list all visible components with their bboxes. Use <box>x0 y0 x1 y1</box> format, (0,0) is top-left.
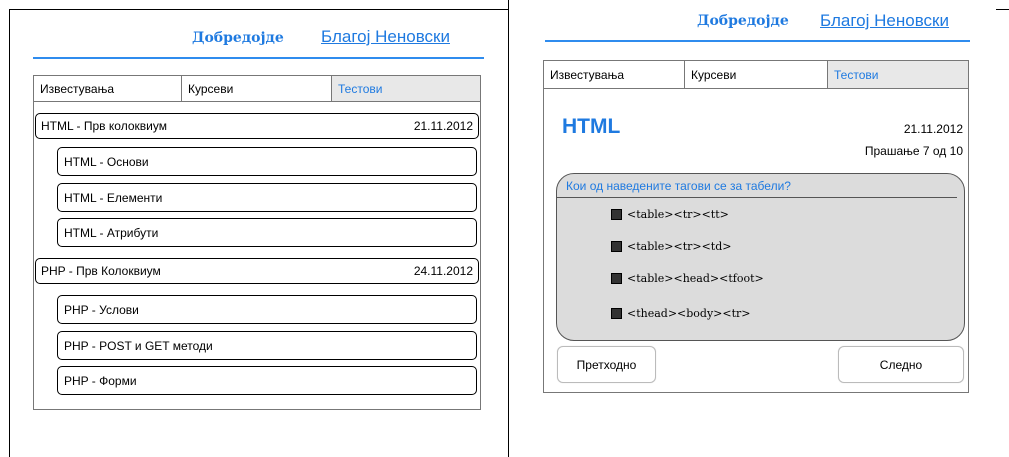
test-item-label: PHP - Форми <box>64 373 137 388</box>
test-item-label: HTML - Елементи <box>64 190 163 205</box>
question-divider <box>557 197 957 198</box>
tab-bar: Известувања Курсеви Тестови <box>33 75 481 102</box>
username-link[interactable]: Благој Неновски <box>321 27 450 47</box>
test-group-header[interactable]: PHP - Прв Колоквиум 24.11.2012 <box>35 258 479 284</box>
answer-option-label: <thead><body><tr> <box>627 307 751 320</box>
frame-top-right <box>996 9 1009 10</box>
previous-button[interactable]: Претходно <box>557 346 656 383</box>
checkbox[interactable] <box>611 209 622 220</box>
username-link[interactable]: Благој Неновски <box>820 11 949 31</box>
answer-option[interactable]: <table><tr><td> <box>611 240 732 253</box>
tab-courses[interactable]: Курсеви <box>182 76 332 101</box>
tab-courses[interactable]: Курсеви <box>685 61 828 88</box>
answer-option-label: <table><tr><td> <box>627 240 732 253</box>
answer-option-label: <table><head><tfoot> <box>627 272 764 285</box>
frame-center-divider <box>508 0 509 457</box>
tab-tests[interactable]: Тестови <box>828 61 968 88</box>
tab-tests[interactable]: Тестови <box>332 76 480 101</box>
test-item-label: HTML - Атрибути <box>64 225 159 240</box>
test-item-label: PHP - POST и GET методи <box>64 338 213 353</box>
test-item[interactable]: HTML - Елементи <box>57 183 477 212</box>
frame-top-left <box>9 9 508 10</box>
checkbox[interactable] <box>611 241 622 252</box>
tab-bar: Известувања Курсеви Тестови <box>543 60 969 89</box>
answer-option[interactable]: <table><tr><tt> <box>611 208 729 221</box>
test-group-title: PHP - Прв Колоквиум <box>41 264 161 278</box>
test-item[interactable]: PHP - Услови <box>57 295 477 324</box>
answer-option-label: <table><tr><tt> <box>627 208 729 221</box>
test-group-title: HTML - Прв колоквиум <box>41 119 167 133</box>
test-item[interactable]: PHP - POST и GET методи <box>57 331 477 360</box>
test-item[interactable]: HTML - Атрибути <box>57 218 477 247</box>
answer-option[interactable]: <table><head><tfoot> <box>611 272 764 285</box>
question-text: Кои од наведените тагови се за табели? <box>566 179 791 193</box>
header-divider <box>33 57 484 59</box>
tab-notifications[interactable]: Известувања <box>544 61 685 88</box>
test-item[interactable]: PHP - Форми <box>57 366 477 395</box>
frame-left <box>9 9 10 457</box>
question-progress: Прашање 7 од 10 <box>864 144 963 158</box>
test-item[interactable]: HTML - Основи <box>57 147 477 176</box>
next-button[interactable]: Следно <box>838 346 964 383</box>
test-title: HTML <box>562 115 621 138</box>
welcome-text: Добредојде <box>697 13 789 29</box>
test-group-header[interactable]: HTML - Прв колоквиум 21.11.2012 <box>35 113 479 139</box>
test-date: 21.11.2012 <box>903 122 963 136</box>
test-group-date: 24.11.2012 <box>413 264 473 278</box>
test-item-label: HTML - Основи <box>64 154 149 169</box>
welcome-text: Добредојде <box>192 30 284 46</box>
test-group-date: 21.11.2012 <box>413 119 473 133</box>
checkbox[interactable] <box>611 308 622 319</box>
checkbox[interactable] <box>611 273 622 284</box>
header-divider <box>545 40 970 42</box>
answer-option[interactable]: <thead><body><tr> <box>611 307 751 320</box>
tab-notifications[interactable]: Известувања <box>34 76 182 101</box>
test-item-label: PHP - Услови <box>64 302 139 317</box>
